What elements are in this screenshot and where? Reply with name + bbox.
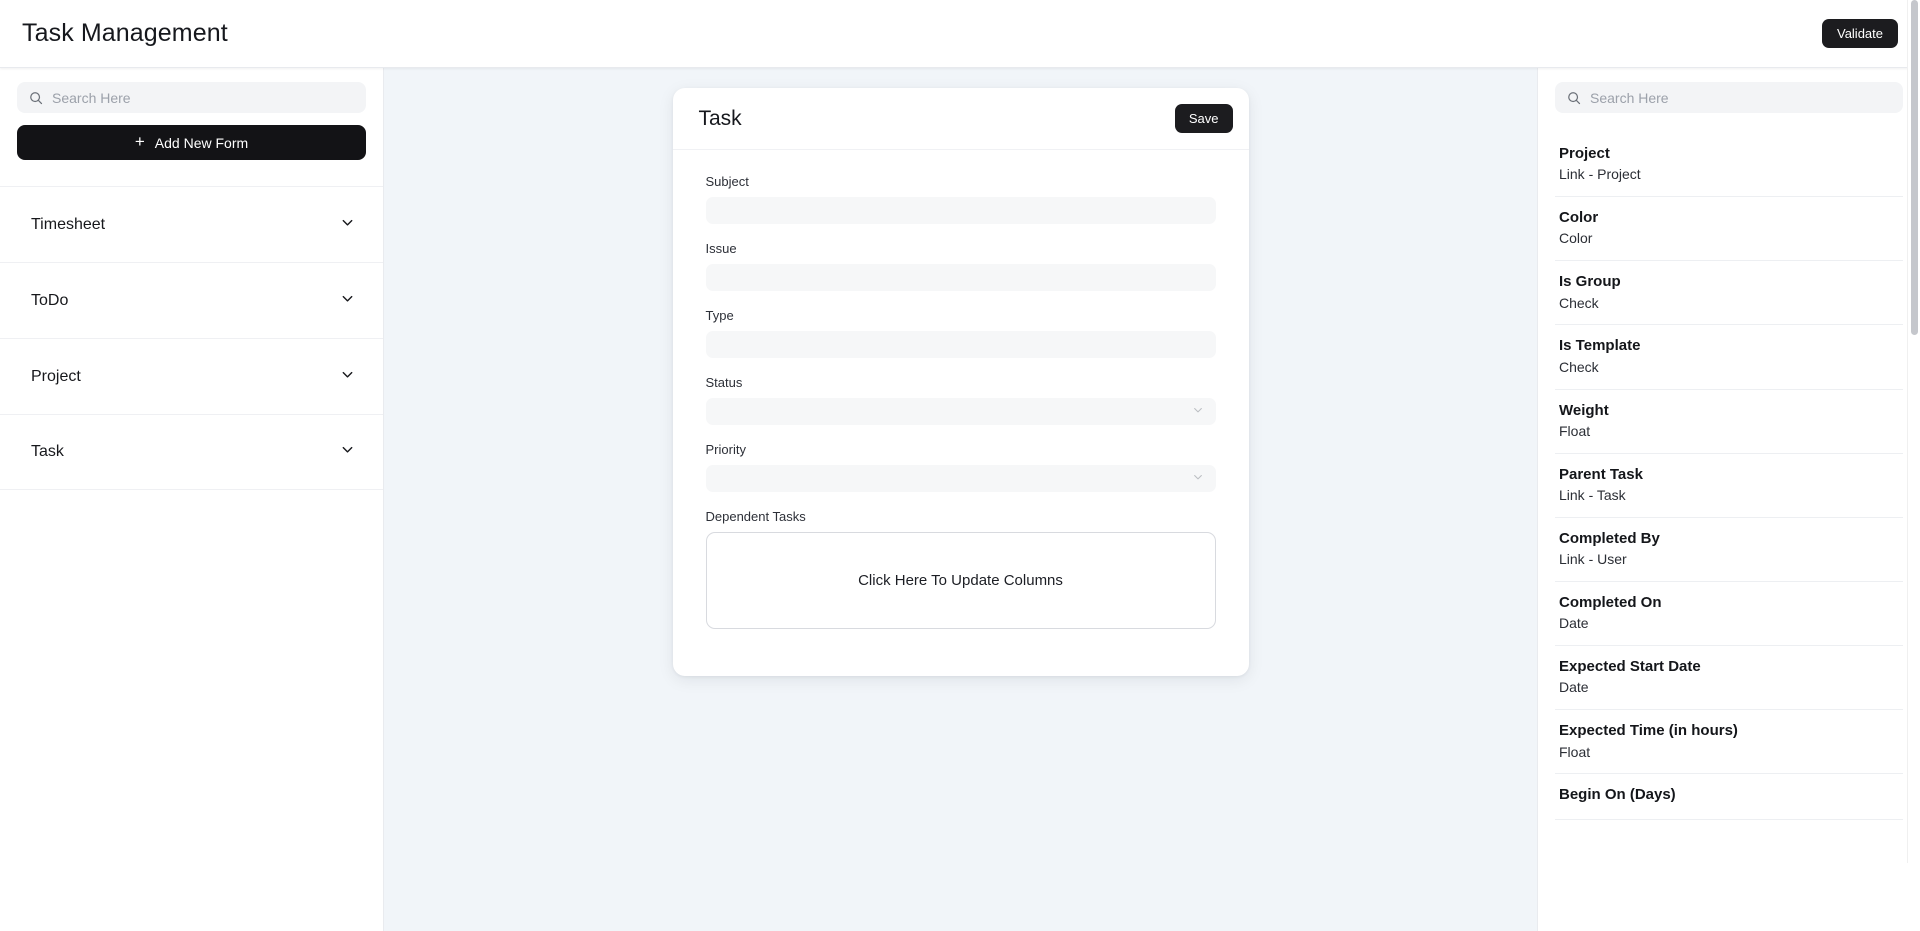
list-item[interactable]: Is Template Check (1555, 325, 1903, 390)
field-label: Issue (705, 241, 737, 256)
field-name: Is Group (1559, 273, 1621, 291)
list-item[interactable]: Expected Start Date Date (1555, 646, 1903, 711)
field-name: Completed By (1559, 529, 1660, 547)
subject-input[interactable] (705, 197, 1216, 224)
field-type: Color (1559, 230, 1593, 247)
validate-button[interactable]: Validate (1821, 19, 1898, 48)
form-field-dependent-tasks: Dependent Tasks Click Here To Update Col… (705, 509, 1216, 629)
form-card-title: Task (698, 106, 742, 130)
field-name: Completed On (1559, 593, 1662, 611)
list-item[interactable]: Expected Time (in hours) Float (1555, 710, 1903, 775)
sidebar-search-input[interactable] (52, 82, 354, 113)
right-panel-search[interactable] (1555, 82, 1903, 113)
chevron-down-icon[interactable] (340, 367, 355, 387)
sidebar-search[interactable] (17, 82, 366, 113)
field-name: Expected Time (in hours) (1559, 722, 1738, 740)
field-name: Color (1559, 209, 1599, 227)
list-item[interactable]: Weight Float (1555, 389, 1903, 454)
right-panel-search-input[interactable] (1590, 82, 1891, 113)
form-canvas: Task Save Subject Issue Type Status Prio… (384, 68, 1537, 931)
field-name: Expected Start Date (1559, 658, 1701, 676)
right-panel-header (1538, 68, 1920, 133)
form-field-subject: Subject (705, 174, 1216, 224)
sidebar-item-label: Task (31, 443, 64, 460)
search-icon (1567, 91, 1581, 105)
chevron-down-icon[interactable] (340, 442, 355, 462)
right-panel: Project Link - Project Color Color Is Gr… (1537, 68, 1920, 931)
list-item[interactable]: Parent Task Link - Task (1555, 453, 1903, 518)
add-new-form-label: Add New Form (154, 134, 249, 151)
chevron-down-icon[interactable] (340, 291, 355, 311)
list-item[interactable]: Completed By Link - User (1555, 517, 1903, 582)
field-label: Dependent Tasks (705, 509, 806, 524)
form-card-header: Task Save (672, 88, 1249, 150)
sidebar-item-label: ToDo (31, 291, 69, 309)
sidebar-item-task[interactable]: Task (0, 414, 383, 490)
field-type: Date (1559, 615, 1589, 632)
left-sidebar: + Add New Form Timesheet ToDo (0, 68, 384, 931)
list-item[interactable]: Color Color (1555, 197, 1903, 262)
app-root: Task Management Validate + Add Ne (0, 0, 1920, 931)
chevron-down-icon (1192, 404, 1204, 419)
issue-input[interactable] (705, 264, 1216, 291)
field-label: Type (705, 308, 734, 323)
form-card-body: Subject Issue Type Status Priority Depen… (673, 150, 1249, 676)
sidebar-item-label: Timesheet (31, 215, 106, 233)
field-type: Check (1559, 358, 1599, 375)
search-icon (29, 91, 43, 105)
form-field-status: Status (705, 375, 1216, 425)
field-label: Status (705, 375, 743, 390)
field-type: Float (1559, 422, 1591, 439)
sidebar-item-project[interactable]: Project (0, 338, 383, 414)
app-header: Task Management Validate (0, 0, 1920, 68)
page-scrollbar-thumb[interactable] (1911, 0, 1918, 335)
sidebar-item-timesheet[interactable]: Timesheet (0, 186, 383, 262)
list-item[interactable]: Is Group Check (1555, 261, 1903, 326)
page-scrollbar[interactable] (1907, 0, 1920, 863)
task-form-card: Task Save Subject Issue Type Status Prio… (672, 88, 1249, 676)
field-type: Link - Project (1559, 166, 1641, 183)
update-columns-dropzone[interactable]: Click Here To Update Columns (705, 532, 1216, 629)
add-new-form-button[interactable]: + Add New Form (17, 125, 366, 160)
field-label: Subject (705, 174, 749, 189)
chevron-down-icon (1192, 471, 1204, 486)
form-field-type: Type (705, 308, 1216, 358)
page-title: Task Management (22, 19, 228, 47)
available-fields-list: Project Link - Project Color Color Is Gr… (1538, 133, 1920, 931)
field-type: Link - Task (1559, 486, 1626, 503)
field-name: Begin On (Days) (1559, 786, 1676, 804)
type-input[interactable] (705, 331, 1216, 358)
field-type: Date (1559, 679, 1589, 696)
list-item[interactable]: Project Link - Project (1555, 133, 1903, 198)
field-label: Priority (705, 442, 746, 457)
chevron-down-icon[interactable] (340, 215, 355, 235)
save-button[interactable]: Save (1174, 104, 1233, 133)
plus-icon: + (134, 132, 145, 151)
field-name: Parent Task (1559, 465, 1643, 483)
list-item[interactable]: Completed On Date (1555, 581, 1903, 647)
field-type: Check (1559, 294, 1599, 311)
sidebar-header: + Add New Form (0, 68, 383, 160)
field-type: Link - User (1559, 551, 1627, 568)
sidebar-item-label: Project (31, 367, 81, 385)
field-name: Project (1559, 145, 1610, 162)
app-body: + Add New Form Timesheet ToDo (0, 68, 1920, 931)
status-select[interactable] (705, 398, 1216, 425)
form-field-issue: Issue (705, 241, 1216, 291)
form-field-priority: Priority (705, 442, 1216, 492)
field-type: Float (1559, 743, 1591, 760)
field-name: Is Template (1559, 337, 1641, 355)
list-item[interactable]: Begin On (Days) (1555, 774, 1903, 820)
priority-select[interactable] (705, 465, 1216, 492)
sidebar-nav-list: Timesheet ToDo Project Task (0, 186, 383, 490)
sidebar-item-todo[interactable]: ToDo (0, 262, 383, 338)
field-name: Weight (1559, 401, 1609, 419)
